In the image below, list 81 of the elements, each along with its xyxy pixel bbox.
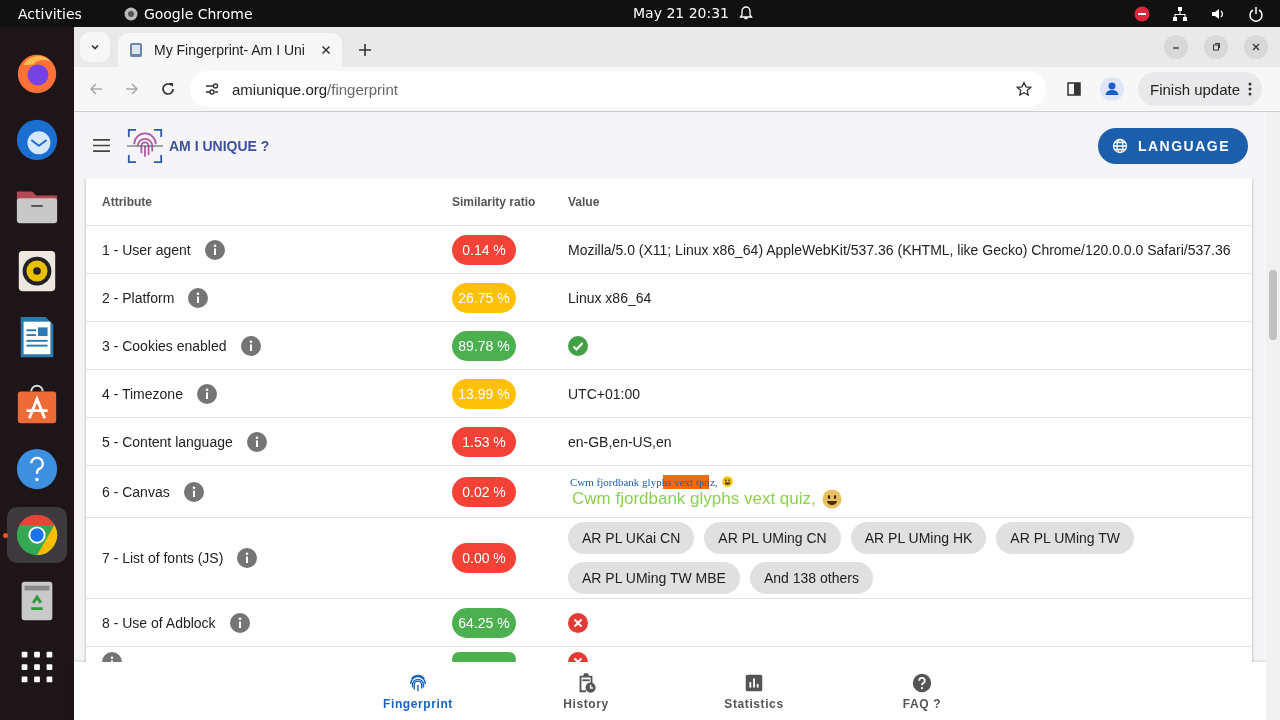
similarity-badge: 0.02 % — [452, 476, 516, 507]
close-button[interactable] — [1244, 35, 1268, 59]
more-icon — [1248, 81, 1253, 97]
new-tab-icon[interactable] — [358, 43, 372, 57]
star-icon[interactable] — [1016, 81, 1032, 97]
browser-tab[interactable]: My Fingerprint- Am I Uni — [118, 33, 342, 67]
close-icon — [1251, 42, 1261, 52]
attribute-value: Mozilla/5.0 (X11; Linux x86_64) AppleWebKit/537.36 (KHTML, like Gecko) Chrome/120.0.0.0 Safari/537.36 — [568, 241, 1231, 258]
help-icon — [14, 446, 60, 492]
attribute-name: 3 - Cookies enabled — [102, 337, 227, 354]
attribute-name: 2 - Platform — [102, 289, 175, 306]
bottom-nav-item[interactable]: Fingerprint — [334, 662, 502, 720]
chrome-icon — [14, 512, 60, 558]
attribute-name: 4 - Timezone — [102, 385, 183, 402]
bottom-nav-item[interactable]: FAQ ? — [838, 662, 1006, 720]
activities-button[interactable]: Activities — [18, 5, 82, 22]
menu-icon[interactable] — [92, 138, 111, 153]
do-not-disturb-icon[interactable] — [1134, 5, 1150, 22]
site-logo-text[interactable]: AM I UNIQUE ? — [169, 137, 270, 154]
info-icon[interactable] — [188, 287, 209, 308]
side-panel-icon[interactable] — [1066, 81, 1082, 97]
attribute-name: 8 - Use of Adblock — [102, 614, 216, 631]
power-icon[interactable] — [1248, 5, 1264, 22]
attribute-value: Linux x86_64 — [568, 289, 652, 306]
network-icon[interactable] — [1172, 5, 1188, 22]
info-icon[interactable] — [237, 548, 258, 568]
restore-icon — [1211, 42, 1221, 52]
info-icon[interactable] — [196, 383, 217, 404]
similarity-badge: 1.53 % — [452, 426, 516, 457]
similarity-badge: 13.99 % — [452, 378, 516, 409]
info-icon[interactable] — [204, 239, 225, 260]
bell-icon[interactable] — [738, 5, 754, 21]
canvas-text: Cwm fjordbank glyphs vext quiz, — [572, 488, 816, 509]
tab-title: My Fingerprint- Am I Uni — [154, 42, 306, 58]
close-icon[interactable] — [320, 44, 332, 56]
info-icon[interactable] — [240, 335, 261, 356]
attribute-name: 5 - Content language — [102, 433, 233, 450]
help-icon — [911, 671, 933, 694]
app-menu[interactable]: Google Chrome — [123, 5, 253, 22]
clock[interactable]: May 21 20:31 — [633, 5, 729, 21]
language-button[interactable]: LANGUAGE — [1097, 127, 1248, 164]
bottom-nav-item[interactable]: History — [502, 662, 670, 720]
profile-icon[interactable] — [1100, 77, 1124, 101]
attribute-value: en-GB,en-US,en — [568, 433, 672, 450]
font-chip: And 138 others — [749, 562, 873, 594]
column-header: Similarity ratio — [451, 195, 537, 209]
check-icon — [568, 335, 588, 356]
smiley-icon — [821, 488, 842, 509]
info-icon[interactable] — [246, 431, 267, 452]
font-chip: AR PL UMing TW — [996, 522, 1135, 554]
similarity-badge: 0.00 % — [452, 543, 516, 573]
globe-icon — [1111, 137, 1128, 154]
attribute-name: 6 - Canvas — [102, 483, 170, 500]
similarity-badge: 0.14 % — [452, 234, 516, 265]
font-chip: AR PL UMing TW MBE — [568, 562, 740, 594]
reload-icon[interactable] — [160, 81, 176, 97]
similarity-badge: 64.25 % — [452, 607, 516, 638]
attribute-name: 7 - List of fonts (JS) — [102, 550, 224, 566]
restore-button[interactable] — [1204, 35, 1228, 59]
info-icon[interactable] — [183, 481, 204, 502]
cross-icon — [568, 612, 588, 633]
similarity-badge: 89.78 % — [452, 330, 516, 361]
attribute-name: 1 - User agent — [102, 241, 191, 258]
finish-update-button[interactable]: Finish update — [1138, 72, 1263, 106]
font-chip: AR PL UMing HK — [850, 522, 987, 554]
column-header: Value — [567, 195, 601, 209]
column-header: Attribute — [101, 195, 153, 209]
attribute-value: UTC+01:00 — [568, 385, 640, 402]
address-bar[interactable]: amiunique.org/fingerprint — [190, 71, 1046, 107]
similarity-badge: 26.75 % — [452, 282, 516, 313]
scrollbar[interactable] — [1266, 112, 1280, 720]
chrome-icon — [123, 6, 138, 21]
smiley-icon — [721, 476, 733, 487]
info-icon[interactable] — [229, 612, 250, 633]
fingerprint-logo-icon — [127, 127, 163, 164]
font-chip: AR PL UKai CN — [568, 522, 695, 554]
font-chip: AR PL UMing CN — [704, 522, 841, 554]
favicon-icon — [128, 42, 144, 58]
url-text: amiunique.org/fingerprint — [232, 80, 398, 98]
bottom-nav-item[interactable]: Statistics — [670, 662, 838, 720]
site-settings-icon[interactable] — [204, 81, 220, 97]
